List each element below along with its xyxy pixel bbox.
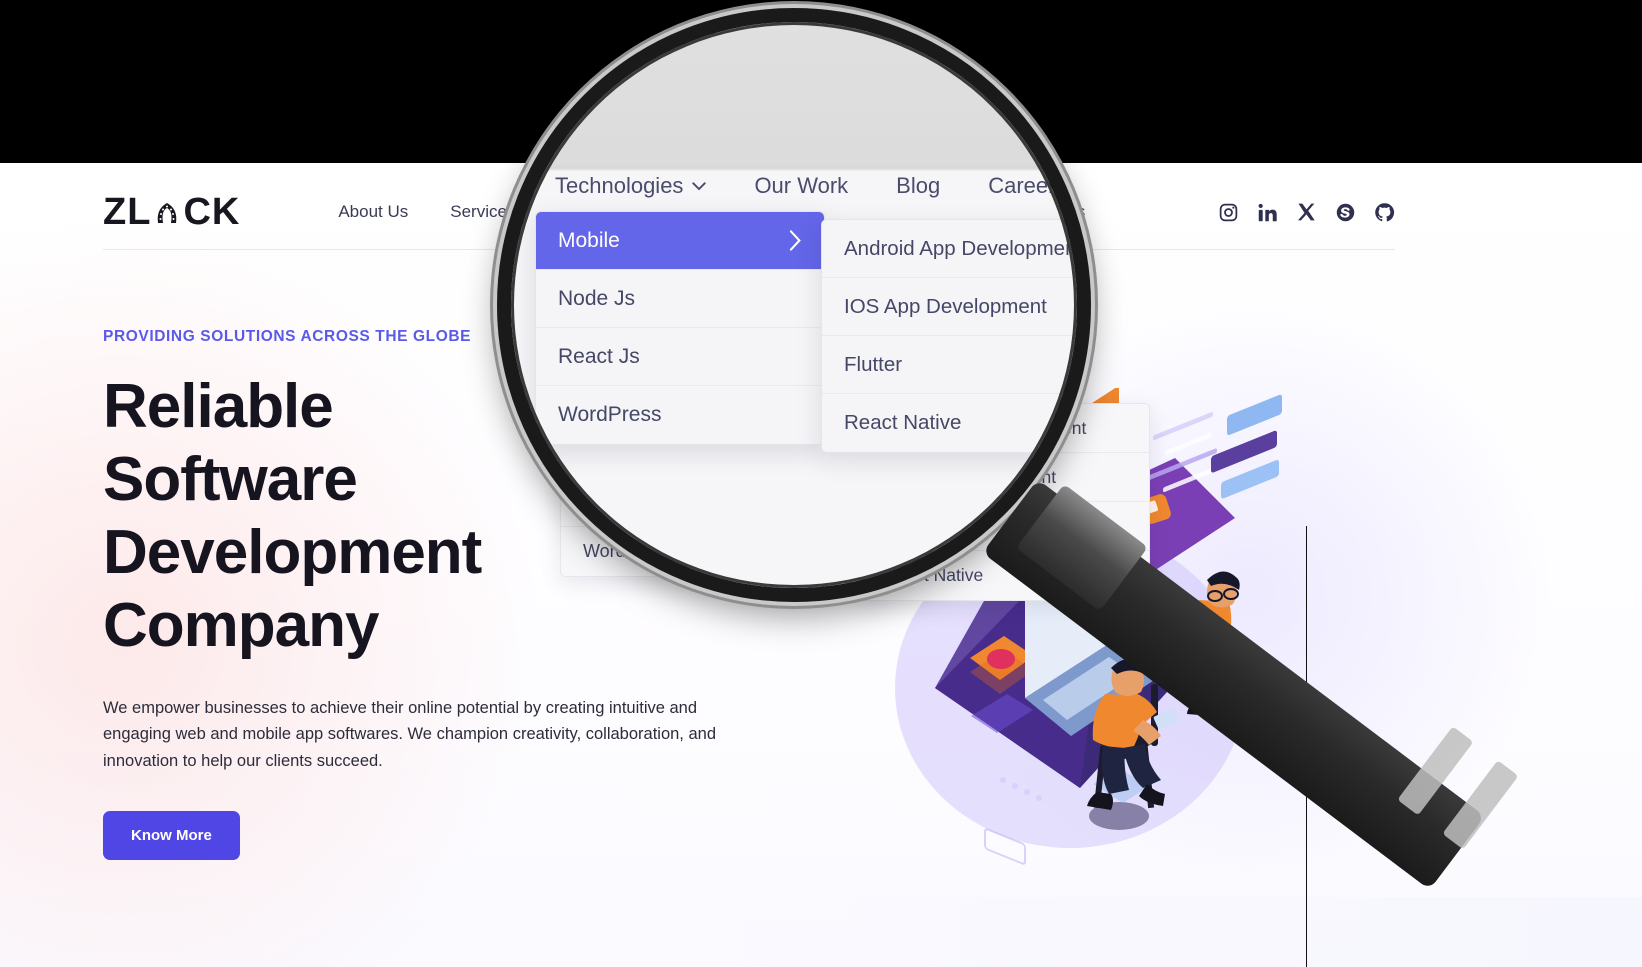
nav-label: About Us xyxy=(338,202,409,221)
nav-item-contact-us[interactable]: Contact Us xyxy=(1001,202,1085,222)
brand-name-part-1: ZL xyxy=(103,191,152,233)
nav-item-about-us[interactable]: About Us xyxy=(338,202,408,222)
dropdown-item-react-js[interactable]: React Js xyxy=(561,478,856,527)
dropdown-item-label: React Js xyxy=(583,491,654,512)
github-icon[interactable] xyxy=(1374,202,1395,223)
nav-item-career[interactable]: Career xyxy=(907,202,959,222)
nav-item-technologies[interactable]: Technologies xyxy=(557,202,675,222)
technologies-dropdown: Mobile Node Js React Js WordPress xyxy=(560,379,857,577)
chevron-right-icon xyxy=(824,396,834,412)
screenshot-stage: ZL CK About Us Services Technologies Our… xyxy=(0,0,1642,967)
nav-label: Our Work xyxy=(716,202,790,221)
submenu-item-ios-app-development[interactable]: IOS App Development xyxy=(861,453,1149,502)
nav-item-blog[interactable]: Blog xyxy=(831,202,865,222)
submenu-item-label: IOS App Development xyxy=(883,466,1057,487)
bottom-section-strip xyxy=(565,897,1642,967)
nav-label: Technologies xyxy=(557,202,657,221)
hero-paragraph: We empower businesses to achieve their o… xyxy=(103,698,716,771)
submenu-item-label: React Native xyxy=(883,565,984,585)
instagram-icon[interactable] xyxy=(1218,202,1239,223)
brand-name-part-2: CK xyxy=(183,191,241,233)
twitter-x-icon[interactable] xyxy=(1296,202,1317,223)
main-navigation: About Us Services Technologies Our Work … xyxy=(338,202,1085,222)
linkedin-icon[interactable] xyxy=(1257,202,1278,223)
dropdown-item-wordpress[interactable]: WordPress xyxy=(561,527,856,576)
dropdown-item-label: Mobile xyxy=(583,393,637,414)
hero-eyebrow: PROVIDING SOLUTIONS ACROSS THE GLOBE xyxy=(103,328,472,345)
page-title: Reliable Software Development Company xyxy=(103,372,482,661)
dropdown-item-label: Node Js xyxy=(583,442,650,463)
brand-logo[interactable]: ZL CK xyxy=(103,193,240,231)
nav-label: Services xyxy=(450,202,516,221)
nav-item-our-work[interactable]: Our Work xyxy=(717,202,789,222)
skype-icon[interactable] xyxy=(1335,202,1356,223)
chevron-down-icon xyxy=(663,208,675,216)
nav-label: Blog xyxy=(831,202,866,221)
site-header: ZL CK About Us Services Technologies Our… xyxy=(103,175,1395,250)
nav-label: Career xyxy=(907,202,960,221)
submenu-item-label: Android App Development xyxy=(883,417,1087,438)
submenu-item-android-app-development[interactable]: Android App Development xyxy=(861,404,1149,453)
know-more-button[interactable]: Know More xyxy=(103,810,240,860)
horseshoe-icon xyxy=(152,197,182,227)
submenu-item-label: Flutter xyxy=(883,515,933,536)
nav-label: Contact Us xyxy=(1001,202,1086,221)
dropdown-item-label: WordPress xyxy=(583,541,672,561)
dropdown-item-node-js[interactable]: Node Js xyxy=(561,429,856,478)
dropdown-item-mobile[interactable]: Mobile xyxy=(561,380,856,429)
social-links xyxy=(1218,202,1395,223)
nav-item-services[interactable]: Services xyxy=(450,202,515,222)
